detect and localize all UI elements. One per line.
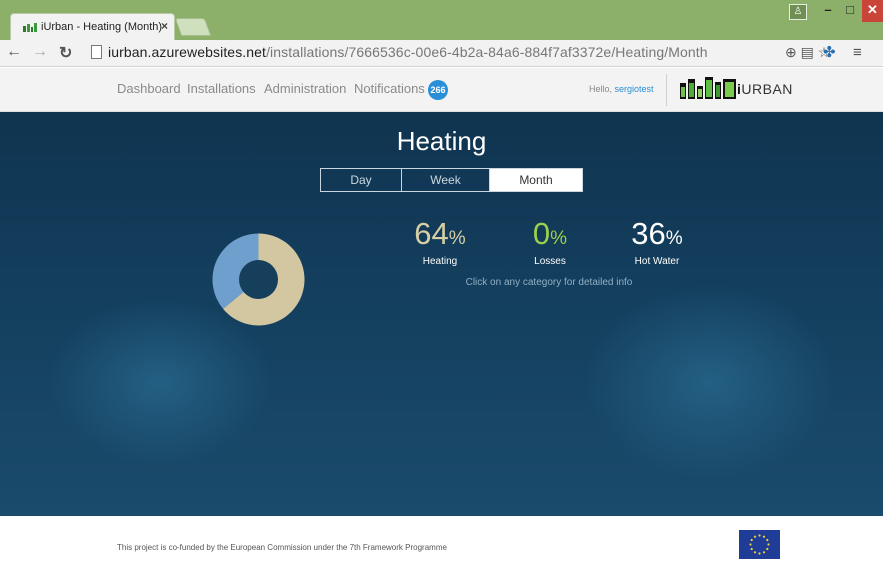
zoom-icon[interactable]: ⊕ <box>785 44 797 60</box>
browser-tab[interactable]: iUrban - Heating (Month) × <box>10 13 175 40</box>
nav-installations[interactable]: Installations <box>187 81 256 96</box>
browser-toolbar: ← → ↻ iurban.azurewebsites.net/installat… <box>0 40 883 67</box>
stat-heating-unit: % <box>448 228 466 249</box>
new-tab-button[interactable] <box>174 18 212 36</box>
address-bar[interactable]: iurban.azurewebsites.net/installations/7… <box>88 43 863 64</box>
detail-hint: Click on any category for detailed info <box>465 277 633 288</box>
period-tabs: Day Week Month <box>320 168 583 192</box>
nav-dashboard[interactable]: Dashboard <box>117 81 181 96</box>
site-header: Dashboard Installations Administration N… <box>0 68 883 112</box>
logo-text-main: URBAN <box>741 81 793 97</box>
iurban-logo-icon <box>680 77 736 99</box>
maximize-button[interactable]: □ <box>840 0 860 22</box>
main-content: Heating Day Week Month 64% Heating 0% Lo… <box>0 112 883 516</box>
close-window-button[interactable]: ✕ <box>862 0 883 22</box>
stat-heating[interactable]: 64% Heating <box>405 217 475 268</box>
stat-losses-value: 0 <box>532 216 551 251</box>
tab-close-button[interactable]: × <box>161 19 168 33</box>
page-icon <box>91 45 102 59</box>
nav-notifications[interactable]: Notifications <box>354 81 425 96</box>
tab-day[interactable]: Day <box>321 169 401 191</box>
nav-administration[interactable]: Administration <box>264 81 346 96</box>
stat-heating-label: Heating <box>422 256 458 267</box>
stat-hot-water-label: Hot Water <box>634 256 680 267</box>
tab-month[interactable]: Month <box>489 169 582 191</box>
notification-count-badge[interactable]: 266 <box>428 80 448 100</box>
logo-text: iURBAN <box>737 81 793 97</box>
stat-heating-value-row: 64% <box>405 217 475 256</box>
stat-losses-unit: % <box>550 228 568 249</box>
iurban-favicon-icon <box>23 23 37 32</box>
username-link[interactable]: sergiotest <box>615 84 654 94</box>
stat-heating-value: 64 <box>414 216 449 251</box>
stat-hot-water-value: 36 <box>631 216 666 251</box>
url-path: /installations/7666536c-00e6-4b2a-84a6-8… <box>266 44 708 60</box>
stat-hot-water[interactable]: 36% Hot Water <box>617 217 697 268</box>
stat-hot-water-unit: % <box>665 228 683 249</box>
menu-icon[interactable]: ≡ <box>853 44 862 61</box>
url-text[interactable]: iurban.azurewebsites.net/installations/7… <box>108 44 708 60</box>
user-profile-icon[interactable]: ♙ <box>789 4 807 20</box>
stat-losses[interactable]: 0% Losses <box>515 217 585 268</box>
page-title: Heating <box>396 126 487 156</box>
tab-title: iUrban - Heating (Month) <box>41 21 163 33</box>
stat-hot-water-value-row: 36% <box>617 217 697 256</box>
url-host: iurban.azurewebsites.net <box>108 44 267 60</box>
footer: This project is co-funded by the Europea… <box>0 516 883 579</box>
forward-arrow-icon[interactable]: → <box>32 43 48 61</box>
extension-icon[interactable]: ✤ <box>823 43 836 61</box>
minimize-button[interactable]: – <box>818 0 838 22</box>
eu-flag-icon <box>739 530 780 559</box>
header-divider <box>666 74 667 106</box>
footer-funding-text: This project is co-funded by the Europea… <box>117 543 447 552</box>
translate-icon[interactable]: ▤ <box>801 44 814 60</box>
browser-titlebar: iUrban - Heating (Month) × ♙ – □ ✕ <box>0 0 883 40</box>
stat-losses-label: Losses <box>534 256 566 267</box>
stat-losses-value-row: 0% <box>515 217 585 256</box>
back-arrow-icon[interactable]: ← <box>6 43 22 61</box>
greeting-prefix: Hello, <box>589 84 615 94</box>
tab-week[interactable]: Week <box>401 169 489 191</box>
user-greeting: Hello, sergiotest <box>589 84 654 94</box>
reload-icon[interactable]: ↻ <box>59 43 72 63</box>
